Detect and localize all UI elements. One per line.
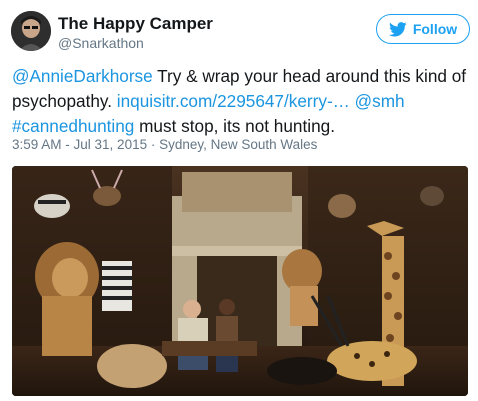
tweet-meta: 3:59 AM - Jul 31, 2015 · Sydney, New Sou… xyxy=(12,137,317,152)
separator: - xyxy=(61,137,74,152)
avatar[interactable] xyxy=(11,11,51,51)
author-display-name[interactable]: The Happy Camper xyxy=(58,14,213,34)
follow-label: Follow xyxy=(412,21,458,37)
tweet-text: @AnnieDarkhorse Try & wrap your head aro… xyxy=(12,64,468,139)
tweet-body-text: must stop, its not hunting. xyxy=(134,116,335,136)
mention-link[interactable]: @AnnieDarkhorse xyxy=(12,66,153,86)
mention-link[interactable]: @smh xyxy=(355,91,405,111)
author-handle[interactable]: @Snarkathon xyxy=(58,35,144,51)
follow-button[interactable]: Follow xyxy=(376,14,470,44)
tweet-date[interactable]: Jul 31, 2015 xyxy=(74,137,148,152)
twitter-bird-icon xyxy=(388,21,407,37)
hashtag-link[interactable]: #cannedhunting xyxy=(12,116,134,136)
tweet-time[interactable]: 3:59 AM xyxy=(12,137,62,152)
tweet-photo[interactable] xyxy=(12,166,468,396)
article-link[interactable]: inquisitr.com/2295647/kerry-… xyxy=(117,91,350,111)
tweet-location[interactable]: Sydney, New South Wales xyxy=(159,137,317,152)
separator: · xyxy=(147,137,160,152)
